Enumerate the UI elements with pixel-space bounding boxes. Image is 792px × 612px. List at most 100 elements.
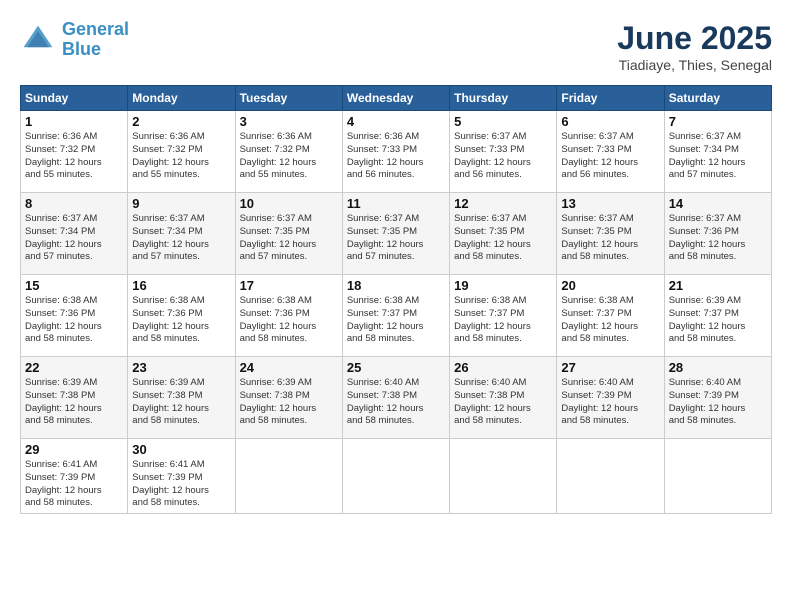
day-number: 2: [132, 114, 230, 129]
table-row: [664, 439, 771, 514]
day-info: Sunrise: 6:40 AMSunset: 7:39 PMDaylight:…: [669, 377, 767, 428]
table-row: 8 Sunrise: 6:37 AMSunset: 7:34 PMDaylight…: [21, 193, 128, 275]
day-info: Sunrise: 6:36 AMSunset: 7:32 PMDaylight:…: [240, 131, 338, 182]
day-number: 5: [454, 114, 552, 129]
day-info: Sunrise: 6:38 AMSunset: 7:37 PMDaylight:…: [561, 295, 659, 346]
header: General Blue June 2025 Tiadiaye, Thies, …: [20, 20, 772, 73]
day-number: 29: [25, 442, 123, 457]
day-number: 11: [347, 196, 445, 211]
day-number: 3: [240, 114, 338, 129]
table-row: 11 Sunrise: 6:37 AMSunset: 7:35 PMDayligh…: [342, 193, 449, 275]
page: General Blue June 2025 Tiadiaye, Thies, …: [0, 0, 792, 612]
table-row: 12 Sunrise: 6:37 AMSunset: 7:35 PMDayligh…: [450, 193, 557, 275]
logo-icon: [20, 22, 56, 58]
day-info: Sunrise: 6:41 AMSunset: 7:39 PMDaylight:…: [132, 459, 230, 510]
day-info: Sunrise: 6:38 AMSunset: 7:37 PMDaylight:…: [347, 295, 445, 346]
day-number: 10: [240, 196, 338, 211]
table-row: 25 Sunrise: 6:40 AMSunset: 7:38 PMDayligh…: [342, 357, 449, 439]
table-row: 20 Sunrise: 6:38 AMSunset: 7:37 PMDayligh…: [557, 275, 664, 357]
col-sunday: Sunday: [21, 86, 128, 111]
col-tuesday: Tuesday: [235, 86, 342, 111]
table-row: 30 Sunrise: 6:41 AMSunset: 7:39 PMDayligh…: [128, 439, 235, 514]
day-info: Sunrise: 6:38 AMSunset: 7:37 PMDaylight:…: [454, 295, 552, 346]
logo-line2: Blue: [62, 39, 101, 59]
table-row: 14 Sunrise: 6:37 AMSunset: 7:36 PMDayligh…: [664, 193, 771, 275]
location: Tiadiaye, Thies, Senegal: [617, 57, 772, 73]
table-row: 13 Sunrise: 6:37 AMSunset: 7:35 PMDayligh…: [557, 193, 664, 275]
day-number: 30: [132, 442, 230, 457]
table-row: 4 Sunrise: 6:36 AMSunset: 7:33 PMDaylight…: [342, 111, 449, 193]
day-number: 8: [25, 196, 123, 211]
table-row: 24 Sunrise: 6:39 AMSunset: 7:38 PMDayligh…: [235, 357, 342, 439]
col-monday: Monday: [128, 86, 235, 111]
day-info: Sunrise: 6:39 AMSunset: 7:37 PMDaylight:…: [669, 295, 767, 346]
day-number: 25: [347, 360, 445, 375]
day-number: 9: [132, 196, 230, 211]
logo: General Blue: [20, 20, 129, 60]
table-row: [235, 439, 342, 514]
table-row: 28Sunrise: 6:40 AMSunset: 7:39 PMDayligh…: [664, 357, 771, 439]
col-thursday: Thursday: [450, 86, 557, 111]
day-info: Sunrise: 6:36 AMSunset: 7:32 PMDaylight:…: [132, 131, 230, 182]
day-number: 12: [454, 196, 552, 211]
day-number: 20: [561, 278, 659, 293]
day-info: Sunrise: 6:38 AMSunset: 7:36 PMDaylight:…: [25, 295, 123, 346]
col-friday: Friday: [557, 86, 664, 111]
col-wednesday: Wednesday: [342, 86, 449, 111]
table-row: 15Sunrise: 6:38 AMSunset: 7:36 PMDayligh…: [21, 275, 128, 357]
table-row: [557, 439, 664, 514]
table-row: 22 Sunrise: 6:39 AMSunset: 7:38 PMDayligh…: [21, 357, 128, 439]
day-number: 17: [240, 278, 338, 293]
table-row: 21Sunrise: 6:39 AMSunset: 7:37 PMDayligh…: [664, 275, 771, 357]
day-number: 22: [25, 360, 123, 375]
logo-line1: General: [62, 19, 129, 39]
table-row: 29 Sunrise: 6:41 AMSunset: 7:39 PMDayligh…: [21, 439, 128, 514]
day-number: 18: [347, 278, 445, 293]
day-info: Sunrise: 6:38 AMSunset: 7:36 PMDaylight:…: [240, 295, 338, 346]
day-number: 24: [240, 360, 338, 375]
table-row: 7Sunrise: 6:37 AMSunset: 7:34 PMDaylight…: [664, 111, 771, 193]
day-number: 6: [561, 114, 659, 129]
day-info: Sunrise: 6:39 AMSunset: 7:38 PMDaylight:…: [240, 377, 338, 428]
day-info: Sunrise: 6:36 AMSunset: 7:33 PMDaylight:…: [347, 131, 445, 182]
day-number: 19: [454, 278, 552, 293]
day-number: 4: [347, 114, 445, 129]
day-info: Sunrise: 6:37 AMSunset: 7:34 PMDaylight:…: [25, 213, 123, 264]
day-info: Sunrise: 6:39 AMSunset: 7:38 PMDaylight:…: [132, 377, 230, 428]
table-row: 3 Sunrise: 6:36 AMSunset: 7:32 PMDaylight…: [235, 111, 342, 193]
day-info: Sunrise: 6:37 AMSunset: 7:36 PMDaylight:…: [669, 213, 767, 264]
table-row: 18 Sunrise: 6:38 AMSunset: 7:37 PMDayligh…: [342, 275, 449, 357]
table-row: 1 Sunrise: 6:36 AMSunset: 7:32 PMDaylight…: [21, 111, 128, 193]
day-number: 13: [561, 196, 659, 211]
day-number: 23: [132, 360, 230, 375]
day-info: Sunrise: 6:40 AMSunset: 7:38 PMDaylight:…: [347, 377, 445, 428]
calendar: Sunday Monday Tuesday Wednesday Thursday…: [20, 85, 772, 514]
day-info: Sunrise: 6:37 AMSunset: 7:35 PMDaylight:…: [454, 213, 552, 264]
day-info: Sunrise: 6:36 AMSunset: 7:32 PMDaylight:…: [25, 131, 123, 182]
day-number: 1: [25, 114, 123, 129]
table-row: 17 Sunrise: 6:38 AMSunset: 7:36 PMDayligh…: [235, 275, 342, 357]
day-number: 14: [669, 196, 767, 211]
title-block: June 2025 Tiadiaye, Thies, Senegal: [617, 20, 772, 73]
table-row: 9 Sunrise: 6:37 AMSunset: 7:34 PMDaylight…: [128, 193, 235, 275]
day-info: Sunrise: 6:37 AMSunset: 7:35 PMDaylight:…: [347, 213, 445, 264]
day-info: Sunrise: 6:37 AMSunset: 7:34 PMDaylight:…: [132, 213, 230, 264]
table-row: 6 Sunrise: 6:37 AMSunset: 7:33 PMDaylight…: [557, 111, 664, 193]
day-info: Sunrise: 6:40 AMSunset: 7:39 PMDaylight:…: [561, 377, 659, 428]
day-number: 27: [561, 360, 659, 375]
day-info: Sunrise: 6:37 AMSunset: 7:35 PMDaylight:…: [240, 213, 338, 264]
day-info: Sunrise: 6:39 AMSunset: 7:38 PMDaylight:…: [25, 377, 123, 428]
table-row: 2 Sunrise: 6:36 AMSunset: 7:32 PMDaylight…: [128, 111, 235, 193]
logo-text: General Blue: [62, 20, 129, 60]
col-saturday: Saturday: [664, 86, 771, 111]
table-row: [342, 439, 449, 514]
table-row: 16Sunrise: 6:38 AMSunset: 7:36 PMDayligh…: [128, 275, 235, 357]
day-info: Sunrise: 6:37 AMSunset: 7:35 PMDaylight:…: [561, 213, 659, 264]
month-title: June 2025: [617, 20, 772, 57]
table-row: 19 Sunrise: 6:38 AMSunset: 7:37 PMDayligh…: [450, 275, 557, 357]
day-info: Sunrise: 6:37 AMSunset: 7:33 PMDaylight:…: [561, 131, 659, 182]
day-info: Sunrise: 6:41 AMSunset: 7:39 PMDaylight:…: [25, 459, 123, 510]
table-row: 10 Sunrise: 6:37 AMSunset: 7:35 PMDayligh…: [235, 193, 342, 275]
day-number: 7: [669, 114, 767, 129]
table-row: 26Sunrise: 6:40 AMSunset: 7:38 PMDayligh…: [450, 357, 557, 439]
